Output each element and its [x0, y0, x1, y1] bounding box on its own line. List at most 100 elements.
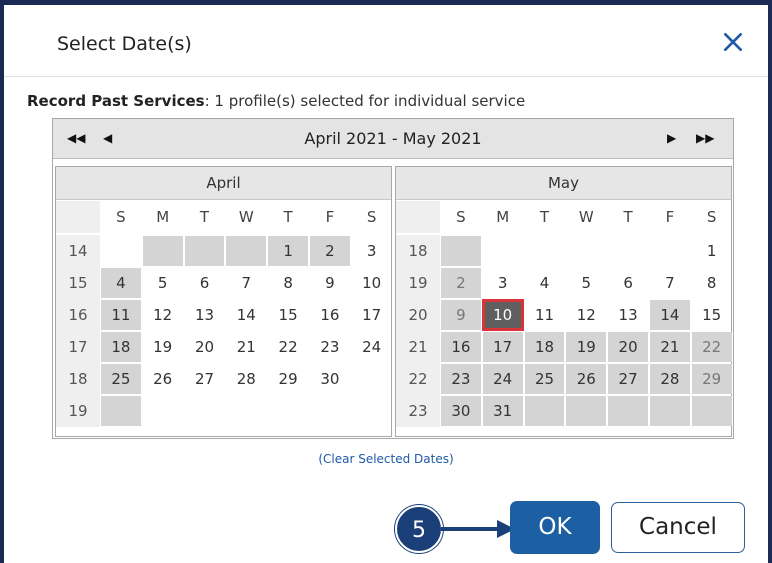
day-cell[interactable]: 8 [692, 268, 732, 298]
day-cell[interactable]: 6 [608, 268, 648, 298]
day-cell[interactable]: 20 [608, 332, 648, 362]
window-frame-right [768, 0, 772, 563]
week-number: 23 [396, 395, 440, 427]
month-may: May S M T W T F S 18 1 19 2 3 4 5 6 7 8 20 9 10 11 12 13 14 15 21… [395, 166, 732, 437]
day-cell[interactable]: 9 [310, 268, 350, 298]
day-cell[interactable]: 13 [608, 300, 648, 330]
day-cell[interactable]: 15 [268, 300, 308, 330]
day-cell[interactable]: 14 [226, 300, 266, 330]
empty-day-cell [608, 396, 648, 426]
day-cell[interactable]: 26 [143, 364, 183, 394]
day-cell[interactable]: 28 [650, 364, 690, 394]
day-cell[interactable]: 15 [692, 300, 732, 330]
empty-day-cell [352, 364, 392, 394]
day-cell[interactable]: 21 [650, 332, 690, 362]
day-cell[interactable]: 5 [143, 268, 183, 298]
day-cell[interactable]: 12 [566, 300, 606, 330]
day-cell[interactable]: 4 [525, 268, 565, 298]
day-cell[interactable]: 28 [226, 364, 266, 394]
double-right-arrow-icon[interactable]: ▶▶ [696, 131, 714, 145]
empty-day-cell [184, 236, 225, 266]
day-cell[interactable]: 2 [441, 268, 481, 298]
weekday-header: S [456, 208, 466, 226]
day-cell[interactable]: 18 [524, 332, 565, 362]
empty-day-cell [483, 236, 523, 266]
day-cell[interactable]: 23 [310, 332, 350, 362]
empty-day-cell [525, 236, 565, 266]
day-cell[interactable]: 6 [185, 268, 225, 298]
day-cell[interactable]: 5 [566, 268, 606, 298]
day-cell[interactable]: 25 [101, 364, 141, 394]
day-cell[interactable]: 9 [441, 300, 481, 330]
right-arrow-icon[interactable]: ▶ [667, 131, 676, 145]
day-cell[interactable]: 22 [691, 332, 732, 362]
empty-day-cell [268, 396, 308, 426]
day-cell[interactable]: 29 [268, 364, 308, 394]
day-cell[interactable]: 16 [310, 300, 350, 330]
day-cell[interactable]: 27 [185, 364, 225, 394]
ok-button[interactable]: OK [510, 501, 600, 554]
double-left-arrow-icon[interactable]: ◀◀ [67, 131, 85, 145]
close-button[interactable] [722, 31, 750, 59]
week-number-header [396, 201, 440, 233]
day-cell[interactable]: 22 [268, 332, 308, 362]
cancel-button[interactable]: Cancel [611, 502, 745, 553]
day-cell[interactable]: 25 [524, 364, 565, 394]
day-cell[interactable]: 3 [352, 236, 392, 266]
day-cell[interactable]: 7 [226, 268, 266, 298]
day-cell[interactable]: 21 [226, 332, 266, 362]
week-number: 18 [56, 363, 100, 395]
day-cell[interactable]: 17 [352, 300, 392, 330]
day-cell[interactable]: 30 [310, 364, 350, 394]
close-icon [723, 32, 743, 52]
day-cell[interactable]: 12 [143, 300, 183, 330]
day-cell[interactable]: 17 [482, 332, 523, 362]
day-cell[interactable]: 19 [566, 332, 607, 362]
empty-day-cell [142, 236, 183, 266]
dialog-header: Select Date(s) [4, 5, 768, 77]
day-cell[interactable]: 19 [143, 332, 183, 362]
weekday-header: W [238, 208, 254, 226]
day-cell[interactable]: 18 [101, 332, 141, 362]
day-cell[interactable]: 16 [441, 332, 481, 362]
day-cell[interactable]: 29 [691, 364, 732, 394]
day-cell[interactable]: 27 [608, 364, 648, 394]
empty-day-cell [101, 236, 141, 266]
day-cell[interactable]: 30 [441, 396, 481, 426]
day-cell[interactable]: 8 [268, 268, 308, 298]
step-badge: 5 [395, 505, 443, 553]
weekday-header: S [366, 208, 377, 226]
day-cell[interactable]: 1 [692, 236, 732, 266]
day-cell[interactable]: 23 [441, 364, 481, 394]
day-cell[interactable]: 31 [482, 396, 523, 426]
day-cell[interactable]: 10 [352, 268, 392, 298]
day-cell[interactable]: 24 [482, 364, 523, 394]
week-number: 17 [56, 331, 100, 363]
date-calendar: April 2021 - May 2021 ◀◀ ◀ ▶ ▶▶ April SM… [52, 118, 734, 439]
day-cell[interactable]: 10 [481, 299, 524, 331]
empty-day-cell [608, 236, 648, 266]
empty-day-cell [524, 396, 565, 426]
day-cell[interactable]: 1 [268, 236, 308, 266]
dialog-title: Select Date(s) [57, 33, 192, 55]
day-cell[interactable]: 2 [310, 236, 350, 266]
day-cell[interactable]: 11 [525, 300, 565, 330]
clear-selected-dates-link[interactable]: (Clear Selected Dates) [4, 452, 768, 466]
day-cell[interactable]: 13 [185, 300, 225, 330]
day-cell[interactable]: 26 [566, 364, 607, 394]
empty-day-cell [650, 396, 690, 426]
month-name: April [56, 167, 391, 200]
month-april: April S M T W T F S 14 1 2 3 15 4 5 6 7 8 9 10 16 11 12 13 14 15… [55, 166, 392, 437]
day-cell[interactable]: 3 [483, 268, 523, 298]
day-cell[interactable]: 14 [650, 300, 690, 330]
week-number: 14 [56, 235, 100, 267]
day-cell[interactable]: 20 [185, 332, 225, 362]
weekday-header: T [199, 208, 210, 226]
day-cell[interactable]: 4 [101, 268, 141, 298]
day-cell[interactable]: 24 [352, 332, 392, 362]
week-number: 18 [396, 235, 440, 267]
select-dates-dialog: Select Date(s) Record Past Services: 1 p… [4, 5, 768, 563]
day-cell[interactable]: 7 [650, 268, 690, 298]
day-cell[interactable]: 11 [101, 300, 141, 330]
left-arrow-icon[interactable]: ◀ [103, 131, 112, 145]
